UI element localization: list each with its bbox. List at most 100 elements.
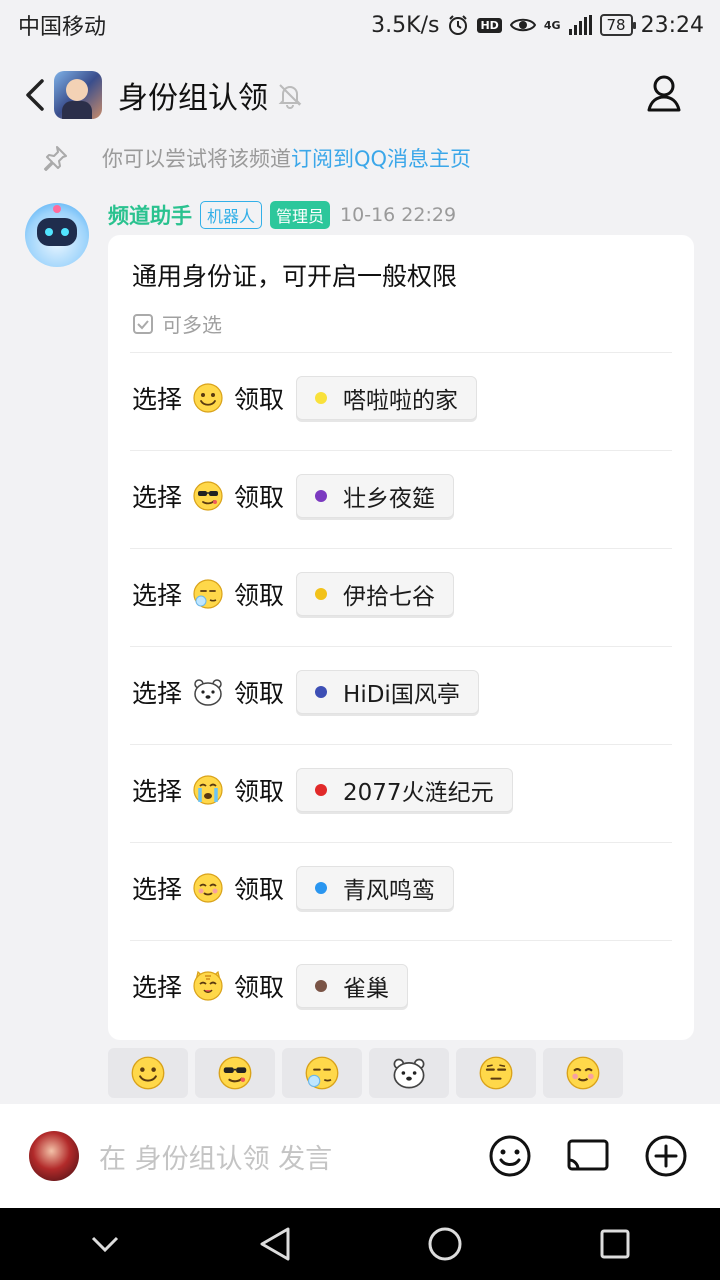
emoji-button[interactable] [486,1132,534,1180]
system-nav-bar [0,1208,720,1280]
role-option-row: 选择 领取 嗒啦啦的家 [132,375,478,421]
hide-keyboard-button[interactable] [75,1214,135,1274]
multi-select-label: 可多选 [162,313,222,337]
message-timestamp: 10-16 22:29 [340,204,457,226]
network-type: 4G [543,18,561,32]
more-actions-button[interactable] [642,1132,690,1180]
nav-home-button[interactable] [415,1214,475,1274]
claim-label: 领取 [234,875,285,904]
role-option-row: 选择 领取 壮乡夜筵 [132,473,455,519]
select-label: 选择 [132,777,183,806]
user-avatar[interactable] [29,1131,79,1181]
multi-select-hint: 可多选 [132,309,222,338]
role-option-row: 选择 领取 青风鸣鸾 [132,865,455,911]
polar-bear-icon [391,1055,427,1091]
subscribe-link[interactable]: 订阅到QQ消息主页 [291,143,471,173]
role-name: 雀巢 [343,976,390,1002]
sleepy-icon [192,578,224,610]
role-name: HiDi国风亭 [343,682,460,708]
cast-icon [567,1139,609,1171]
reaction-button[interactable] [543,1048,623,1098]
role-name: 伊拾七谷 [343,584,436,610]
role-option-row: 选择 领取 2077火涟纪元 [132,767,513,813]
role-name: 嗒啦啦的家 [343,388,459,414]
role-name: 青风鸣鸾 [343,878,436,904]
nav-recents-button[interactable] [585,1214,645,1274]
role-chip[interactable]: 雀巢 [296,964,409,1008]
message-header: 频道助手 机器人 管理员 10-16 22:29 [108,200,456,230]
role-chip[interactable]: 青风鸣鸾 [296,866,455,910]
option-divider [130,842,672,843]
subscribe-notice: 你可以尝试将该频道 订阅到QQ消息主页 [0,137,720,179]
message-input[interactable]: 在 身份组认领 发言 [99,1137,486,1176]
back-button[interactable] [10,65,60,125]
role-color-dot [315,882,328,894]
cat-icon [192,970,224,1002]
option-divider [130,940,672,941]
role-chip[interactable]: 嗒啦啦的家 [296,376,478,420]
sender-name[interactable]: 频道助手 [108,200,192,230]
blush-icon [192,872,224,904]
smile-icon [192,382,224,414]
option-divider [130,352,672,353]
option-divider [130,548,672,549]
alarm-icon [447,14,469,36]
bot-avatar[interactable] [25,203,89,267]
reaction-button[interactable] [456,1048,536,1098]
select-label: 选择 [132,973,183,1002]
hd-icon: HD [477,17,502,33]
reaction-button[interactable] [195,1048,275,1098]
select-label: 选择 [132,679,183,708]
select-label: 选择 [132,483,183,512]
robot-antenna [53,205,61,213]
reaction-button[interactable] [282,1048,362,1098]
blush-icon [565,1055,601,1091]
screen-share-button[interactable] [564,1132,612,1180]
role-name: 壮乡夜筵 [343,486,436,512]
smiley-icon [489,1135,531,1177]
role-selection-card: 通用身份证，可开启一般权限 可多选 选择 领取 嗒啦啦的家 选择 领取 壮乡夜筵 选择 领取伊… [108,235,694,1040]
role-color-dot [315,784,328,796]
polar-bear-icon [192,676,224,708]
role-color-dot [315,980,328,992]
square-recents-icon [600,1229,630,1259]
status-bar: 中国移动 3.5K/s HD 4G 78 23:24 [0,0,720,50]
channel-avatar[interactable] [54,71,102,119]
reaction-button[interactable] [108,1048,188,1098]
option-divider [130,744,672,745]
message-input-bar: 在 身份组认领 发言 [0,1104,720,1208]
admin-badge: 管理员 [270,201,331,229]
page-title: 身份组认领 [118,81,268,116]
select-label: 选择 [132,875,183,904]
claim-label: 领取 [234,679,285,708]
bell-muted-icon [276,81,304,109]
cool-sunglasses-icon [217,1055,253,1091]
checkbox-icon [133,313,153,334]
battery-icon: 78 [599,14,636,36]
clock: 23:24 [640,12,704,38]
robot-icon [37,218,77,246]
reaction-button[interactable] [369,1048,449,1098]
chevron-left-icon [26,79,44,111]
role-chip[interactable]: 2077火涟纪元 [296,768,513,812]
cool-sunglasses-icon [192,480,224,512]
claim-label: 领取 [234,777,285,806]
role-color-dot [315,490,328,502]
role-color-dot [315,588,328,600]
network-speed: 3.5K/s [371,12,440,38]
nav-back-button[interactable] [245,1214,305,1274]
claim-label: 领取 [234,385,285,414]
claim-label: 领取 [234,483,285,512]
member-list-button[interactable] [646,74,682,118]
role-chip[interactable]: HiDi国风亭 [296,670,479,714]
role-chip[interactable]: 壮乡夜筵 [296,474,455,518]
role-option-row: 选择 领取 伊拾七谷 [132,571,455,617]
select-label: 选择 [132,581,183,610]
sleepy-icon [304,1055,340,1091]
person-icon [647,75,681,112]
role-chip[interactable]: 伊拾七谷 [296,572,455,616]
bot-badge: 机器人 [200,201,263,229]
channel-header: 身份组认领 [0,60,720,130]
eye-icon [509,16,536,34]
signal-icon [568,15,592,35]
